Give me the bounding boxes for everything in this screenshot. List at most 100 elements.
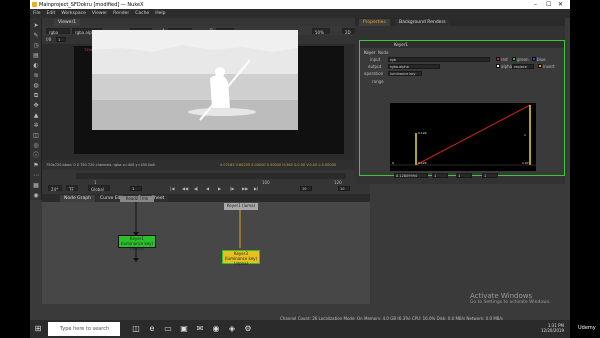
invert-checkbox[interactable] bbox=[538, 64, 542, 68]
metadata-icon[interactable]: ⓘ bbox=[32, 152, 40, 159]
view-mode-dropdown[interactable]: 2D bbox=[342, 28, 356, 35]
frame-slider[interactable] bbox=[76, 173, 346, 179]
red-checkbox[interactable] bbox=[496, 57, 500, 61]
ocula-icon[interactable]: ◉ bbox=[32, 192, 40, 199]
edge-icon[interactable]: e bbox=[146, 323, 158, 335]
clock-date: 12/20/2019 bbox=[540, 328, 564, 333]
watermark-line1: Activate Windows bbox=[470, 292, 533, 300]
store-icon[interactable]: ▣ bbox=[178, 323, 190, 335]
range-field-b[interactable]: 1 bbox=[456, 173, 472, 178]
transport-play-back[interactable]: ◀ bbox=[206, 186, 209, 191]
task-view-icon[interactable]: ◫ bbox=[130, 323, 142, 335]
range-dropdown[interactable]: Global bbox=[88, 185, 110, 192]
other-icon[interactable]: ⋯ bbox=[32, 172, 40, 179]
menu-edit[interactable]: Edit bbox=[44, 9, 59, 16]
3d-icon[interactable]: ▲ bbox=[32, 112, 40, 119]
input-dropdown[interactable]: rgb bbox=[388, 57, 490, 62]
file-explorer-icon[interactable]: ▭ bbox=[162, 323, 174, 335]
timecode-mode-dropdown[interactable]: TF bbox=[66, 185, 78, 192]
transport-prev[interactable]: |◀ bbox=[170, 186, 174, 191]
node-header: Keyer1 bbox=[360, 41, 564, 48]
menu-workspace[interactable]: Workspace bbox=[58, 9, 89, 16]
channels-dropdown[interactable]: rgba bbox=[46, 28, 70, 35]
node-keyer-luma[interactable]: Keyer1 (luma) bbox=[224, 203, 258, 210]
alpha-matte-image bbox=[92, 30, 298, 130]
close-button[interactable]: ✕ bbox=[558, 1, 563, 8]
green-checkbox[interactable] bbox=[512, 57, 516, 61]
counter-field[interactable]: 10 bbox=[338, 186, 350, 191]
settings-icon[interactable]: ⚙ bbox=[242, 323, 254, 335]
transport-fast-forward[interactable]: ▶▶ bbox=[242, 186, 248, 191]
output-dropdown[interactable]: rgba.alpha bbox=[388, 64, 440, 69]
gain-field[interactable]: 1 bbox=[56, 37, 66, 42]
step-field[interactable]: 10 bbox=[300, 186, 312, 191]
window-title: Mainproject_SFDokru [modified] — NukeX bbox=[39, 2, 144, 8]
node-keyer1[interactable]: Keyer1 (luminance key) (alpha) bbox=[118, 235, 156, 251]
time-icon[interactable]: ◷ bbox=[32, 42, 40, 49]
menu-file[interactable]: File bbox=[30, 9, 44, 16]
taskbar-search[interactable]: Type here to search bbox=[48, 322, 120, 336]
mail-icon[interactable]: ✉ bbox=[194, 323, 206, 335]
channel-icon[interactable]: ▤ bbox=[32, 52, 40, 59]
toolsets-icon[interactable]: ⚑ bbox=[32, 162, 40, 169]
menu-cache[interactable]: Cache bbox=[132, 9, 152, 16]
transport-next[interactable]: ▶| bbox=[254, 186, 258, 191]
tab-node-graph[interactable]: Node Graph bbox=[60, 195, 95, 202]
minimize-button[interactable]: – bbox=[534, 1, 537, 8]
pixel-values-text: 0.07183 0.80255 0.00000 0.50000 H:360 S:… bbox=[220, 163, 337, 167]
app-icon bbox=[32, 2, 37, 7]
maximize-button[interactable]: ☐ bbox=[546, 1, 551, 8]
range-field-a[interactable]: 1 bbox=[432, 173, 448, 178]
range-curve-editor[interactable]: 0.129 1 0 0.129 1.07 bbox=[390, 103, 536, 171]
current-frame-field[interactable]: 1 bbox=[130, 186, 142, 191]
node-graph-canvas[interactable]: Read2 / Ink Keyer1 (luminance key) (alph… bbox=[42, 196, 370, 304]
viewer-status-bar: 750x720 bbox: 0 0 750 720 channels: rgba… bbox=[42, 160, 370, 170]
subtab-node[interactable]: Node bbox=[378, 50, 388, 55]
range-low-field[interactable]: 0.12809994 bbox=[394, 173, 428, 178]
alpha-checkbox[interactable] bbox=[496, 64, 500, 68]
combine-dropdown[interactable]: replace bbox=[512, 64, 534, 69]
transport-rewind[interactable]: ◀◀ bbox=[182, 186, 188, 191]
menu-viewer[interactable]: Viewer bbox=[89, 9, 110, 16]
menu-help[interactable]: Help bbox=[152, 9, 168, 16]
pointer-icon[interactable]: ➤ bbox=[32, 22, 40, 29]
node-graph-panel: Node Graph Curve Editor Dope Sheet Read2… bbox=[42, 194, 370, 304]
invert-label: invert bbox=[543, 64, 555, 69]
draw-icon[interactable]: ✎ bbox=[32, 32, 40, 39]
transform-icon[interactable]: ✥ bbox=[32, 102, 40, 109]
zoom-dropdown[interactable]: 50% bbox=[312, 28, 330, 35]
fps-dropdown[interactable]: 24* bbox=[48, 185, 62, 192]
blue-checkbox[interactable] bbox=[532, 57, 536, 61]
merge-icon[interactable]: ⧉ bbox=[32, 92, 40, 99]
filter-icon[interactable]: ≋ bbox=[32, 72, 40, 79]
chrome-icon[interactable]: ◉ bbox=[210, 323, 222, 335]
curve-value-e: 1.07 bbox=[522, 161, 529, 165]
viewer-tabbar: Viewer1 bbox=[42, 18, 370, 26]
node-name-field[interactable]: Keyer1 bbox=[394, 42, 408, 47]
range-field-c[interactable]: 1 bbox=[482, 173, 498, 178]
transport-step-back[interactable]: ◀| bbox=[194, 186, 198, 191]
tab-properties[interactable]: Properties bbox=[359, 19, 390, 26]
transport-step-forward[interactable]: |▶ bbox=[230, 186, 234, 191]
node-read-label: Read2 / Ink bbox=[125, 196, 149, 201]
particles-icon[interactable]: ✲ bbox=[32, 122, 40, 129]
timeline-bar: 1 100 120 24* TF Global 1 |◀ ◀◀ ◀| ◀ ▶ |… bbox=[42, 170, 370, 194]
tab-background-renders[interactable]: Background Renders bbox=[395, 19, 450, 26]
deep-icon[interactable]: ◫ bbox=[32, 132, 40, 139]
subtab-keyer[interactable]: Keyer bbox=[364, 50, 375, 55]
keyer-icon[interactable]: ◍ bbox=[32, 82, 40, 89]
curve-value-d: 0.129 bbox=[418, 161, 427, 165]
color-icon[interactable]: ◐ bbox=[32, 62, 40, 69]
operation-dropdown[interactable]: luminance key bbox=[388, 71, 422, 76]
views-icon[interactable]: ◎ bbox=[32, 142, 40, 149]
transport-play[interactable]: ▶ bbox=[218, 186, 221, 191]
nuke-window: Mainproject_SFDokru [modified] — NukeX –… bbox=[30, 0, 570, 338]
start-icon[interactable]: ⊞ bbox=[32, 323, 44, 335]
menu-render[interactable]: Render bbox=[110, 9, 132, 16]
nuke-taskbar-icon[interactable]: ◈ bbox=[226, 323, 238, 335]
node-keyer3[interactable]: Keyer3 (luminance key) (alpha) bbox=[222, 250, 260, 266]
tab-viewer1[interactable]: Viewer1 bbox=[54, 19, 81, 26]
furnace-icon[interactable]: ▦ bbox=[32, 182, 40, 189]
node-read[interactable]: Read2 / Ink bbox=[120, 196, 154, 202]
menu-bar: File Edit Workspace Viewer Render Cache Help bbox=[30, 9, 570, 18]
